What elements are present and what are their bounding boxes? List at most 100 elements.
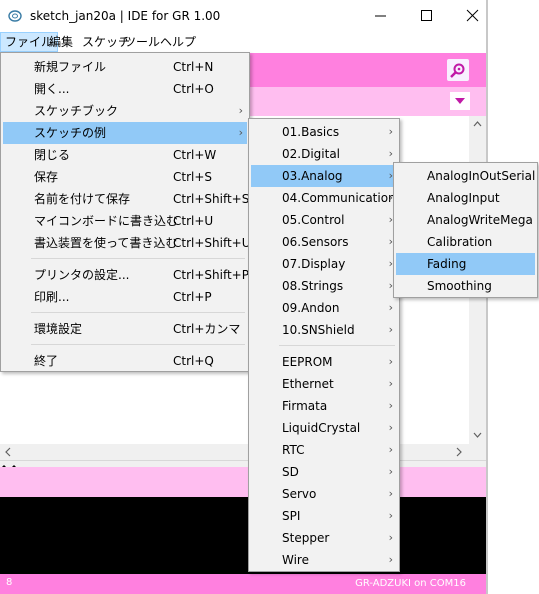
examples-menu: 01.Basics › 02.Digital › 03.Analog › 04.Com…: [248, 118, 400, 572]
menu-item-upload-programmer[interactable]: 書込装置を使って書き込む Ctrl+Shift+U: [3, 232, 251, 254]
submenu-arrow-icon: ›: [388, 465, 393, 478]
menu-item-example[interactable]: 01.Basics ›: [251, 121, 397, 143]
menu-item-library-example[interactable]: Firmata ›: [251, 395, 397, 417]
menu-help[interactable]: ヘルプ: [156, 32, 200, 52]
menu-item-upload[interactable]: マイコンボードに書き込む Ctrl+U: [3, 210, 247, 232]
menu-item-shortcut: Ctrl+P: [173, 290, 212, 304]
menu-item-label: AnalogInput: [427, 191, 500, 205]
menu-item-library-example[interactable]: EEPROM ›: [251, 351, 397, 373]
chevron-down-icon: [455, 98, 465, 104]
menu-item-label: 01.Basics: [282, 125, 340, 139]
menu-item-label: Calibration: [427, 235, 493, 249]
menu-item-example[interactable]: 06.Sensors ›: [251, 231, 397, 253]
menu-item-label: AnalogWriteMega: [427, 213, 533, 227]
submenu-arrow-icon: ›: [388, 355, 393, 368]
menu-item-library-example[interactable]: Servo ›: [251, 483, 397, 505]
menu-item-label: AnalogInOutSerial: [427, 169, 536, 183]
menu-item-label: 終了: [34, 354, 59, 368]
menu-item-print[interactable]: 印刷... Ctrl+P: [3, 286, 247, 308]
menu-item-save-as[interactable]: 名前を付けて保存 Ctrl+Shift+S: [3, 188, 250, 210]
menu-item-sketch-example[interactable]: AnalogInOutSerial: [396, 165, 535, 187]
menu-edit[interactable]: 編集: [45, 32, 77, 52]
menu-item-shortcut: Ctrl+カンマ: [173, 322, 241, 336]
menu-item-label: マイコンボードに書き込む: [34, 214, 179, 228]
submenu-arrow-icon: ›: [388, 487, 393, 500]
menu-item-example[interactable]: 02.Digital ›: [251, 143, 397, 165]
submenu-arrow-icon: ›: [388, 421, 393, 434]
menu-item-label: Firmata: [282, 399, 328, 413]
menu-separator: [31, 258, 245, 259]
maximize-button[interactable]: [404, 0, 449, 32]
menu-item-sketch-example[interactable]: AnalogWriteMega: [396, 209, 535, 231]
window-title: sketch_jan20a | IDE for GR 1.00: [30, 9, 221, 23]
menu-item-sketch-example[interactable]: AnalogInput: [396, 187, 535, 209]
menu-item-example[interactable]: 07.Display ›: [251, 253, 397, 275]
menu-item-library-example[interactable]: Wire ›: [251, 549, 397, 571]
menu-item-examples[interactable]: スケッチの例 ›: [3, 122, 247, 144]
menu-item-label: SD: [282, 465, 299, 479]
menu-item-open[interactable]: 開く... Ctrl+O: [3, 78, 247, 100]
menu-item-close[interactable]: 閉じる Ctrl+W: [3, 144, 247, 166]
menu-item-example[interactable]: 03.Analog ›: [251, 165, 397, 187]
minimize-button[interactable]: [358, 0, 403, 32]
menu-item-label: スケッチブック: [34, 104, 119, 118]
menu-item-example[interactable]: 08.Strings ›: [251, 275, 397, 297]
menu-item-label: SPI: [282, 509, 301, 523]
menu-item-library-example[interactable]: SD ›: [251, 461, 397, 483]
submenu-arrow-icon: ›: [238, 126, 243, 139]
menu-item-label: Stepper: [282, 531, 330, 545]
pane-divider[interactable]: [0, 460, 486, 469]
menu-item-library-example[interactable]: SPI ›: [251, 505, 397, 527]
horizontal-scrollbar[interactable]: [0, 444, 486, 460]
app-icon: [8, 10, 22, 22]
menu-item-quit[interactable]: 終了 Ctrl+Q: [3, 350, 247, 372]
menu-item-label: プリンタの設定...: [34, 268, 130, 282]
tab-menu-button[interactable]: [450, 92, 470, 110]
menu-item-shortcut: Ctrl+W: [173, 148, 217, 162]
menu-item-example[interactable]: 04.Communication ›: [251, 187, 397, 209]
submenu-arrow-icon: ›: [388, 301, 393, 314]
menu-item-sketch-example[interactable]: Smoothing: [396, 275, 535, 297]
message-bar: [0, 467, 486, 497]
menu-item-library-example[interactable]: RTC ›: [251, 439, 397, 461]
menu-item-label: Servo: [282, 487, 317, 501]
menu-item-sketchbook[interactable]: スケッチブック ›: [3, 100, 247, 122]
menu-item-library-example[interactable]: Stepper ›: [251, 527, 397, 549]
submenu-arrow-icon: ›: [388, 377, 393, 390]
menu-item-label: RTC: [282, 443, 305, 457]
submenu-arrow-icon: ›: [388, 553, 393, 566]
menu-item-new[interactable]: 新規ファイル Ctrl+N: [3, 56, 247, 78]
scroll-arrows-icon: [5, 447, 462, 457]
menu-item-label: 02.Digital: [282, 147, 341, 161]
submenu-arrow-icon: ›: [388, 399, 393, 412]
menu-item-sketch-example[interactable]: Fading: [396, 253, 535, 275]
close-button[interactable]: [450, 0, 495, 32]
menu-item-example[interactable]: 09.Andon ›: [251, 297, 397, 319]
serial-monitor-button[interactable]: [447, 59, 469, 81]
menu-item-save[interactable]: 保存 Ctrl+S: [3, 166, 247, 188]
menu-item-label: 書込装置を使って書き込む: [34, 236, 178, 250]
menu-item-shortcut: Ctrl+Shift+S: [173, 192, 250, 206]
menu-item-library-example[interactable]: LiquidCrystal ›: [251, 417, 397, 439]
close-icon: [466, 9, 479, 22]
menu-item-shortcut: Ctrl+N: [173, 60, 214, 74]
menu-item-label: 開く...: [34, 82, 70, 96]
menu-item-label: 10.SNShield: [282, 323, 355, 337]
menu-item-sketch-example[interactable]: Calibration: [396, 231, 535, 253]
menu-item-label: Ethernet: [282, 377, 334, 391]
menu-item-label: 08.Strings: [282, 279, 344, 293]
console-output: [0, 497, 486, 574]
menu-item-shortcut: Ctrl+U: [173, 214, 214, 228]
menu-item-label: Smoothing: [427, 279, 492, 293]
menu-item-shortcut: Ctrl+O: [173, 82, 214, 96]
menu-item-page-setup[interactable]: プリンタの設定... Ctrl+Shift+P: [3, 264, 249, 286]
menu-separator: [279, 345, 395, 346]
menu-item-library-example[interactable]: Ethernet ›: [251, 373, 397, 395]
menu-item-example[interactable]: 05.Control ›: [251, 209, 397, 231]
menu-item-label: 保存: [34, 170, 59, 184]
menu-item-label: 04.Communication: [282, 191, 396, 205]
menu-item-preferences[interactable]: 環境設定 Ctrl+カンマ: [3, 318, 247, 340]
menu-separator: [31, 312, 245, 313]
menu-item-example[interactable]: 10.SNShield ›: [251, 319, 397, 341]
menu-item-label: スケッチの例: [34, 126, 107, 140]
